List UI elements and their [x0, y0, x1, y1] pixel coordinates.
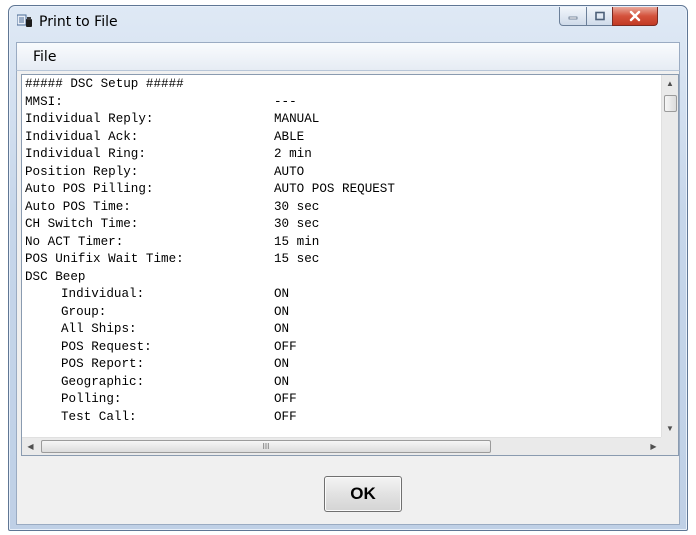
setting-value: OFF — [274, 409, 297, 424]
setting-key: Position Reply: — [25, 164, 139, 179]
beep-row-pos-report: POS Report: ON — [25, 356, 655, 374]
scrollbar-corner — [661, 437, 678, 455]
close-icon — [629, 10, 641, 22]
setting-key: Polling: — [61, 392, 122, 406]
setting-key: Individual: — [61, 287, 145, 301]
setting-row-position-reply: Position Reply: AUTO — [25, 164, 655, 182]
setting-key: Auto POS Pilling: — [25, 182, 154, 196]
setting-row-individual-ack: Individual Ack: ABLE — [25, 129, 655, 147]
beep-row-pos-request: POS Request: OFF — [25, 339, 655, 357]
horizontal-scrollbar[interactable]: ◀ III ▶ — [22, 437, 662, 455]
printer-app-icon — [17, 14, 32, 27]
setting-value: 30 sec — [274, 217, 320, 231]
setting-key: Group: — [61, 304, 107, 319]
vertical-scroll-thumb[interactable] — [664, 95, 677, 112]
setting-key: POS Unifix Wait Time: — [25, 252, 184, 266]
setting-row-individual-ring: Individual Ring: 2 min — [25, 146, 655, 164]
setting-row-pos-unifix-wait-time: POS Unifix Wait Time: 15 sec — [25, 251, 655, 269]
setting-row-ch-switch-time: CH Switch Time: 30 sec — [25, 216, 655, 234]
report-header-line: ##### DSC Setup ##### — [25, 77, 184, 91]
menu-item-file[interactable]: File — [33, 49, 56, 65]
setting-row-no-act-timer: No ACT Timer: 15 min — [25, 234, 655, 252]
title-bar[interactable]: Print to File — [9, 6, 687, 34]
setting-value: ON — [274, 374, 290, 389]
minimize-button[interactable] — [559, 7, 587, 26]
setting-key: MMSI: — [25, 94, 63, 109]
dsc-beep-section-line: DSC Beep — [25, 269, 86, 284]
window-title: Print to File — [39, 14, 118, 30]
beep-row-group: Group: ON — [25, 304, 655, 322]
minimize-icon — [568, 16, 578, 20]
setting-key: POS Report: — [61, 357, 145, 371]
setting-row-auto-pos-pilling: Auto POS Pilling: AUTO POS REQUEST — [25, 181, 655, 199]
scroll-right-arrow-icon[interactable]: ▶ — [645, 438, 662, 455]
setting-value: ON — [274, 322, 290, 336]
setting-key: Auto POS Time: — [25, 199, 131, 214]
content-area: ##### DSC Setup ##### MMSI: --- Individua… — [16, 71, 680, 525]
ok-button[interactable]: OK — [324, 476, 402, 512]
setting-key: CH Switch Time: — [25, 217, 139, 231]
setting-value: OFF — [274, 339, 297, 354]
setting-row-mmsi: MMSI: --- — [25, 94, 655, 112]
report-text: ##### DSC Setup ##### MMSI: --- Individua… — [25, 76, 655, 434]
setting-value: ON — [274, 287, 290, 301]
menu-bar: File — [16, 42, 680, 71]
close-button[interactable] — [612, 7, 658, 26]
setting-key: Individual Ack: — [25, 129, 139, 144]
beep-row-polling: Polling: OFF — [25, 391, 655, 409]
beep-row-individual: Individual: ON — [25, 286, 655, 304]
setting-value: 15 min — [274, 234, 320, 249]
horizontal-scroll-thumb[interactable]: III — [41, 440, 491, 453]
maximize-icon — [594, 11, 605, 21]
setting-key: Individual Reply: — [25, 112, 154, 126]
setting-key: POS Request: — [61, 339, 152, 354]
setting-key: All Ships: — [61, 322, 137, 336]
setting-row-individual-reply: Individual Reply: MANUAL — [25, 111, 655, 129]
setting-value: OFF — [274, 392, 297, 406]
beep-row-geographic: Geographic: ON — [25, 374, 655, 392]
maximize-button[interactable] — [586, 7, 613, 26]
setting-key: No ACT Timer: — [25, 234, 124, 249]
beep-row-test-call: Test Call: OFF — [25, 409, 655, 427]
scroll-down-arrow-icon[interactable]: ▼ — [662, 420, 678, 437]
setting-value: ON — [274, 357, 290, 371]
setting-value: AUTO — [274, 164, 305, 179]
setting-value: 15 sec — [274, 252, 320, 266]
beep-row-all-ships: All Ships: ON — [25, 321, 655, 339]
scroll-up-arrow-icon[interactable]: ▲ — [662, 75, 678, 92]
scroll-left-arrow-icon[interactable]: ◀ — [22, 438, 39, 455]
setting-value: MANUAL — [274, 112, 320, 126]
setting-key: Geographic: — [61, 374, 145, 389]
setting-key: Individual Ring: — [25, 147, 146, 161]
grip-icon: III — [262, 441, 270, 451]
setting-value: ABLE — [274, 129, 305, 144]
setting-key: Test Call: — [61, 409, 137, 424]
setting-value: 2 min — [274, 147, 312, 161]
setting-value: 30 sec — [274, 199, 320, 214]
setting-row-auto-pos-time: Auto POS Time: 30 sec — [25, 199, 655, 217]
vertical-scrollbar[interactable]: ▲ ▼ — [661, 75, 678, 437]
setting-value: --- — [274, 94, 297, 109]
setting-value: ON — [274, 304, 290, 319]
setting-value: AUTO POS REQUEST — [274, 182, 395, 196]
report-text-area[interactable]: ##### DSC Setup ##### MMSI: --- Individua… — [21, 74, 679, 456]
print-to-file-window: Print to File File ##### DSC Setup #####… — [8, 5, 688, 531]
